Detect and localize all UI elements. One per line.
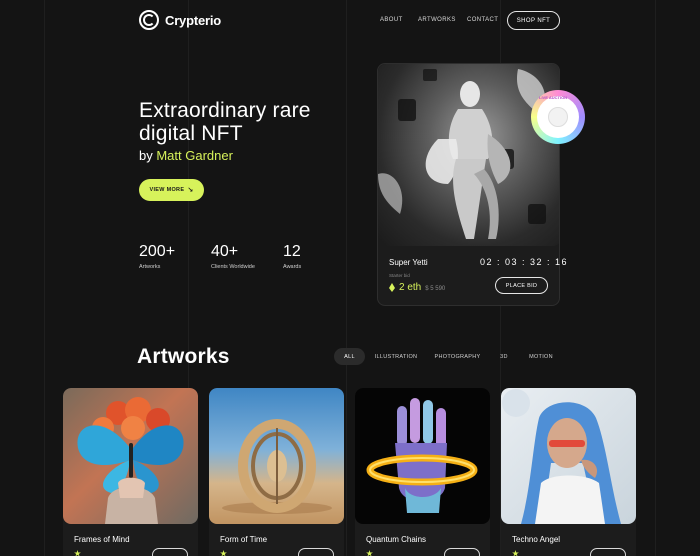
stat-value: 12 bbox=[283, 243, 301, 260]
filter-illustration[interactable]: ILLUSTRATION bbox=[370, 348, 422, 365]
arrow-down-right-icon: ↘ bbox=[187, 187, 194, 194]
price-eth: 2 eth bbox=[399, 282, 422, 293]
place-bid-button[interactable]: PLACE BID bbox=[495, 277, 548, 294]
nav-about[interactable]: ABOUT bbox=[380, 17, 403, 23]
hero-byline: by Matt Gardner bbox=[139, 148, 233, 163]
ethereum-icon bbox=[389, 283, 395, 292]
stat-label: Clients Worldwide bbox=[211, 264, 255, 270]
featured-nft-name: Super Yetti bbox=[389, 258, 428, 267]
artwork-image bbox=[209, 388, 344, 524]
artwork-card[interactable]: Form of Time bbox=[209, 388, 344, 556]
author-name: Matt Gardner bbox=[156, 148, 233, 163]
view-more-label: VIEW MORE bbox=[149, 187, 185, 193]
artwork-action-button[interactable] bbox=[152, 548, 188, 556]
star-icon bbox=[512, 550, 519, 556]
grid-line bbox=[655, 0, 656, 556]
artwork-image bbox=[501, 388, 636, 524]
featured-price: 2 eth $ 5 590 bbox=[389, 282, 445, 293]
artwork-action-button[interactable] bbox=[444, 548, 480, 556]
shop-nft-button[interactable]: SHOP NFT bbox=[507, 11, 560, 30]
filter-3d[interactable]: 3D bbox=[492, 348, 516, 365]
nav-contact[interactable]: CONTACT bbox=[467, 17, 498, 23]
artworks-heading: Artworks bbox=[137, 345, 230, 368]
featured-nft-image bbox=[378, 64, 559, 246]
auction-timer: 02 : 03 : 32 : 16 bbox=[480, 257, 569, 267]
starter-bid-label: Starter bid bbox=[389, 273, 410, 278]
price-usd: $ 5 590 bbox=[425, 286, 446, 292]
artwork-card[interactable]: Frames of Mind bbox=[63, 388, 198, 556]
filter-photography[interactable]: PHOTOGRAPHY bbox=[430, 348, 485, 365]
artwork-name: Form of Time bbox=[220, 535, 268, 544]
artwork-card[interactable]: Techno Angel bbox=[501, 388, 636, 556]
view-more-button[interactable]: VIEW MORE ↘ bbox=[139, 179, 204, 201]
stat-awards: 12 Awards bbox=[283, 243, 301, 270]
butterfly-portrait-illustration bbox=[77, 397, 184, 524]
grid-line bbox=[44, 0, 45, 556]
artwork-name: Quantum Chains bbox=[366, 535, 427, 544]
stat-clients: 40+ Clients Worldwide bbox=[211, 243, 255, 270]
star-icon bbox=[220, 550, 227, 556]
filter-motion[interactable]: MOTION bbox=[522, 348, 560, 365]
blue-hair-portrait-illustration bbox=[502, 389, 621, 524]
stat-label: Artworks bbox=[139, 264, 161, 270]
stat-label: Awards bbox=[283, 264, 302, 270]
logo-icon bbox=[139, 10, 159, 30]
stat-value: 200+ bbox=[139, 243, 176, 260]
badge-ring bbox=[537, 96, 579, 138]
artwork-action-button[interactable] bbox=[590, 548, 626, 556]
grid-line bbox=[346, 0, 347, 556]
nav-artworks[interactable]: ARTWORKS bbox=[418, 17, 456, 23]
artwork-action-button[interactable] bbox=[298, 548, 334, 556]
artwork-image bbox=[355, 388, 490, 524]
star-icon bbox=[74, 550, 81, 556]
artwork-name: Frames of Mind bbox=[74, 535, 130, 544]
live-auction-badge: LIVE AUCTION bbox=[531, 90, 585, 144]
badge-label: LIVE AUCTION bbox=[539, 95, 568, 100]
featured-nft-card[interactable] bbox=[377, 63, 560, 306]
chrome-hand-illustration bbox=[366, 398, 478, 513]
logo-text: Crypterio bbox=[165, 12, 221, 28]
byline-prefix: by bbox=[139, 148, 157, 163]
hero-title: Extraordinary rare digital NFT bbox=[139, 99, 311, 145]
artwork-card[interactable]: Quantum Chains bbox=[355, 388, 490, 556]
artwork-image bbox=[63, 388, 198, 524]
ring-sculpture-illustration bbox=[222, 419, 332, 514]
brand-logo[interactable]: Crypterio bbox=[139, 10, 221, 30]
filter-all[interactable]: ALL bbox=[334, 348, 365, 365]
stat-value: 40+ bbox=[211, 243, 239, 260]
stat-artworks: 200+ Artworks bbox=[139, 243, 175, 270]
robot-figure-illustration bbox=[378, 69, 546, 239]
star-icon bbox=[366, 550, 373, 556]
artwork-name: Techno Angel bbox=[512, 535, 561, 544]
badge-center bbox=[548, 107, 568, 127]
